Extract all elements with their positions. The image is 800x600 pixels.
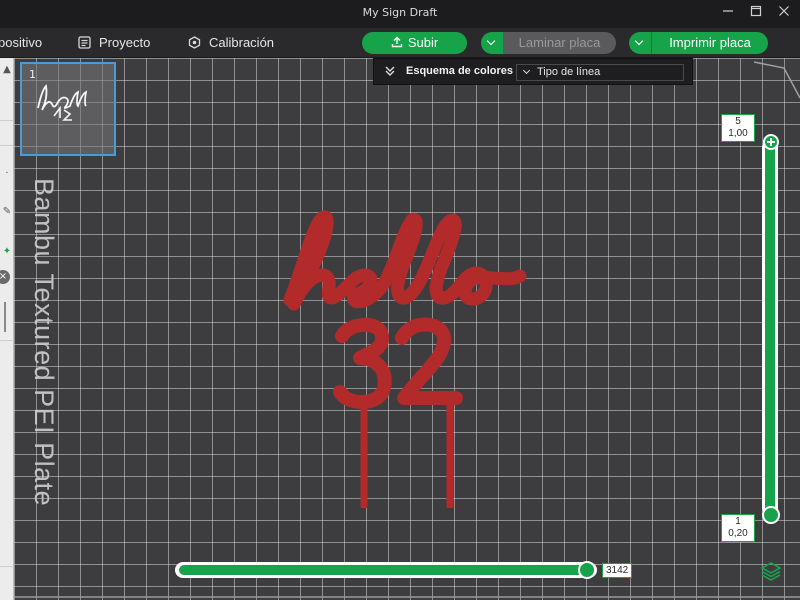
layer-top-label: 5 1,00 (721, 114, 755, 142)
title-bar: My Sign Draft (0, 0, 800, 28)
main-toolbar: positivo Proyecto Calibración Subir Lami… (0, 28, 800, 58)
maximize-icon (750, 5, 762, 17)
remove-icon[interactable]: × (0, 270, 10, 284)
layers-icon[interactable] (760, 560, 782, 582)
build-plate-view[interactable]: 1 Bambu Textured PEI Plate (14, 58, 800, 600)
color-scheme-select[interactable]: Tipo de línea (516, 64, 684, 81)
layer-slider-bottom-handle[interactable] (762, 506, 780, 524)
layer-bottom-number: 1 (735, 516, 741, 527)
print-plate-button[interactable]: Imprimir placa (651, 32, 768, 54)
print-plate-label: Imprimir placa (669, 35, 751, 50)
tab-device[interactable]: positivo (0, 28, 42, 58)
tab-project[interactable]: Proyecto (78, 28, 150, 58)
window-title: My Sign Draft (362, 6, 438, 19)
layer-slider-top-handle[interactable] (763, 134, 779, 150)
move-slider-fill (179, 565, 591, 575)
model-hello-32[interactable] (270, 208, 540, 508)
tab-calibration-label: Calibración (209, 35, 275, 50)
upload-icon (391, 36, 403, 48)
layer-top-height: 1,00 (728, 128, 748, 139)
slice-plate-button[interactable]: Laminar placa (503, 32, 616, 54)
calibration-icon (188, 36, 201, 49)
minimize-button[interactable] (716, 3, 740, 25)
layer-slider-fill (765, 142, 775, 514)
close-icon (779, 6, 789, 16)
layer-bottom-label: 1 0,20 (721, 514, 755, 542)
tab-device-label: positivo (0, 35, 43, 50)
upload-button[interactable]: Subir (362, 32, 467, 54)
slice-options-button[interactable] (481, 32, 503, 54)
panel-footer (0, 566, 14, 596)
panel-handle: ▲ (3, 64, 11, 75)
app-window: My Sign Draft positivo Proyecto Calibrac… (0, 0, 800, 600)
move-slider-handle[interactable] (578, 561, 596, 579)
panel-field[interactable] (0, 120, 13, 146)
plate-type-label: Bambu Textured PEI Plate (29, 178, 59, 507)
project-icon (78, 36, 91, 49)
left-panel: ▲ · ✎ ✦ × (0, 58, 14, 600)
minimize-icon (723, 10, 733, 12)
upload-label: Subir (407, 35, 439, 50)
thumbnail-preview-icon (37, 84, 88, 121)
layer-bottom-height: 0,20 (728, 528, 748, 539)
panel-scroll-handle[interactable] (4, 302, 6, 332)
panel-dot: · (5, 168, 9, 179)
collapse-icon[interactable] (384, 65, 396, 77)
move-slider-value: 3142 (602, 563, 633, 578)
color-scheme-panel: Esquema de colores Tipo de línea (373, 58, 693, 85)
tab-calibration[interactable]: Calibración (188, 28, 274, 58)
panel-divider (0, 340, 14, 341)
print-options-button[interactable] (629, 32, 651, 54)
slice-plate-label: Laminar placa (518, 35, 601, 50)
magic-icon[interactable]: ✦ (0, 246, 14, 257)
edit-icon[interactable]: ✎ (0, 206, 14, 217)
layer-top-number: 5 (735, 116, 741, 127)
tab-project-label: Proyecto (99, 35, 151, 50)
plate-thumbnail[interactable]: 1 (20, 62, 116, 156)
color-scheme-title: Esquema de colores (406, 65, 513, 77)
close-button[interactable] (772, 3, 796, 25)
maximize-button[interactable] (744, 3, 768, 25)
